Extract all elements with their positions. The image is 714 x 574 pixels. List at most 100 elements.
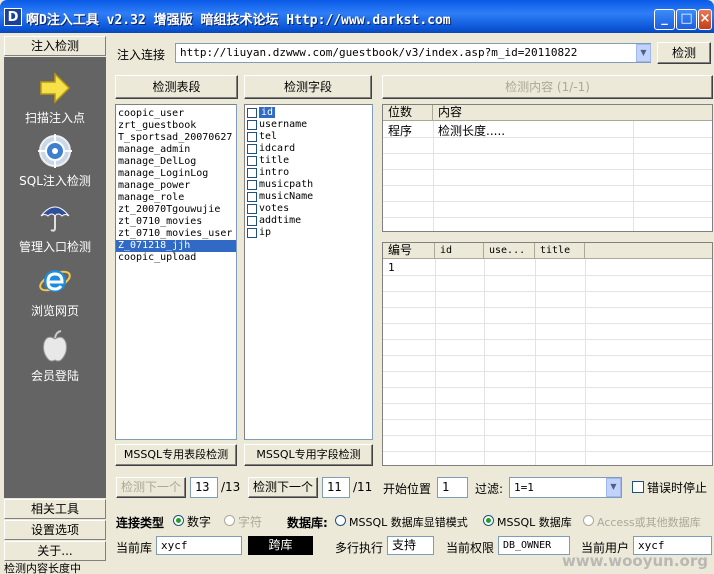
content-grid-bottom[interactable]: 编号 id use... title 1: [382, 242, 713, 466]
mssql-tables-button[interactable]: MSSQL专用表段检测: [115, 444, 237, 466]
db-access-radio[interactable]: [583, 515, 594, 526]
grid-line: [383, 217, 712, 218]
sidebar-item-admin-entry[interactable]: 管理入口检测: [4, 200, 106, 255]
sidebar-item-scan-injection[interactable]: 扫描注入点: [4, 71, 106, 126]
field-checkbox[interactable]: [247, 192, 257, 202]
grid-line: [383, 339, 712, 340]
sidebar-item-label: 扫描注入点: [24, 111, 85, 125]
grid-line: [383, 185, 712, 186]
field-list-item[interactable]: tel: [245, 131, 372, 143]
column-header[interactable]: title: [535, 243, 585, 259]
field-total-label: /11: [353, 480, 373, 494]
table-list-item[interactable]: zrt_guestbook: [116, 120, 236, 132]
detect-content-button[interactable]: 检测内容 (1/-1): [382, 75, 713, 99]
field-name: username: [259, 119, 308, 130]
settings-button[interactable]: 设置选项: [4, 520, 106, 540]
mssql-fields-button[interactable]: MSSQL专用字段检测: [244, 444, 373, 466]
about-button[interactable]: 关于...: [4, 541, 106, 561]
field-checkbox[interactable]: [247, 108, 257, 118]
field-list-item[interactable]: id: [245, 107, 372, 119]
detect-tables-button[interactable]: 检测表段: [115, 75, 238, 99]
start-position-field[interactable]: 1: [437, 477, 468, 498]
sidebar-item-member-login[interactable]: 会员登陆: [4, 329, 106, 384]
db-mssql-label: MSSQL 数据库: [497, 516, 572, 529]
field-checkbox[interactable]: [247, 228, 257, 238]
arrow-icon: [40, 72, 71, 104]
table-list-item[interactable]: Z_071218_jjh: [116, 240, 236, 252]
field-list-item[interactable]: intro: [245, 167, 372, 179]
window-title: 啊D注入工具 v2.32 增强版 暗组技术论坛 Http://www.darks…: [26, 13, 451, 28]
field-list-item[interactable]: votes: [245, 203, 372, 215]
tables-list[interactable]: coopic_user zrt_guestbook T_sportsad_20070…: [115, 104, 237, 440]
fields-list[interactable]: id username tel idcard title intro musicpath mu…: [244, 104, 373, 440]
field-list-item[interactable]: addtime: [245, 215, 372, 227]
field-checkbox[interactable]: [247, 168, 257, 178]
field-index-field[interactable]: 11: [322, 477, 350, 498]
related-tools-button[interactable]: 相关工具: [4, 499, 106, 519]
column-header[interactable]: use...: [484, 243, 535, 259]
column-header[interactable]: 编号: [383, 243, 435, 259]
field-list-item[interactable]: ip: [245, 227, 372, 239]
cross-db-button[interactable]: 跨库: [248, 536, 313, 555]
grid-cell: 1: [388, 261, 395, 274]
grid-line: [383, 169, 712, 170]
current-db-field[interactable]: xycf: [156, 536, 242, 555]
db-mssql-radio[interactable]: [483, 515, 494, 526]
field-list-item[interactable]: username: [245, 119, 372, 131]
column-header[interactable]: 位数: [383, 105, 433, 121]
sidebar-item-browse[interactable]: 浏览网页: [4, 264, 106, 319]
next-field-button[interactable]: 检测下一个: [248, 477, 318, 498]
table-list-item[interactable]: zt_0710_movies_user: [116, 228, 236, 240]
table-list-item[interactable]: zt_0710_movies: [116, 216, 236, 228]
grid-line: [383, 355, 712, 356]
table-list-item[interactable]: manage_LoginLog: [116, 168, 236, 180]
table-list-item[interactable]: manage_role: [116, 192, 236, 204]
minimize-button[interactable]: _: [654, 9, 675, 30]
field-checkbox[interactable]: [247, 204, 257, 214]
sidebar-item-label: 管理入口检测: [18, 240, 91, 254]
multi-exec-field[interactable]: 支持: [387, 536, 434, 555]
content-grid-top[interactable]: 位数 内容 程序 检测长度.....: [382, 104, 713, 232]
current-perm-field[interactable]: DB_OWNER: [498, 536, 570, 555]
table-list-item[interactable]: T_sportsad_20070627: [116, 132, 236, 144]
inject-url-input[interactable]: http://liuyan.dzwww.com/guestbook/v3/ind…: [175, 43, 651, 63]
field-name: idcard: [259, 143, 296, 154]
field-checkbox[interactable]: [247, 180, 257, 190]
field-list-item[interactable]: musicpath: [245, 179, 372, 191]
sidebar-tab-inject-detect[interactable]: 注入检测: [4, 36, 106, 56]
close-button[interactable]: ×: [698, 9, 712, 30]
maximize-button[interactable]: □: [676, 9, 697, 30]
next-table-button[interactable]: 检测下一个: [116, 477, 186, 498]
field-checkbox[interactable]: [247, 144, 257, 154]
conn-type-char-radio[interactable]: [224, 515, 235, 526]
sidebar-item-sql-detect[interactable]: SQL注入检测: [4, 134, 106, 189]
apple-icon: [43, 330, 67, 362]
field-list-item[interactable]: idcard: [245, 143, 372, 155]
grid-line: [383, 451, 712, 452]
column-header[interactable]: 内容: [433, 105, 712, 121]
ie-icon: [39, 270, 71, 292]
field-checkbox[interactable]: [247, 120, 257, 130]
detect-fields-button[interactable]: 检测字段: [244, 75, 372, 99]
field-checkbox[interactable]: [247, 132, 257, 142]
chevron-down-icon[interactable]: ▼: [606, 478, 621, 497]
table-list-item[interactable]: manage_admin: [116, 144, 236, 156]
field-list-item[interactable]: title: [245, 155, 372, 167]
table-list-item[interactable]: zt_20070Tgouwujie: [116, 204, 236, 216]
grid-line: [383, 153, 712, 154]
field-list-item[interactable]: musicName: [245, 191, 372, 203]
detect-button[interactable]: 检测: [657, 42, 711, 64]
chevron-down-icon[interactable]: ▼: [636, 44, 651, 62]
field-checkbox[interactable]: [247, 156, 257, 166]
table-list-item[interactable]: coopic_user: [116, 108, 236, 120]
table-index-field[interactable]: 13: [190, 477, 218, 498]
conn-type-number-radio[interactable]: [173, 515, 184, 526]
db-access-label: Access或其他数据库: [597, 516, 701, 529]
table-list-item[interactable]: manage_DelLog: [116, 156, 236, 168]
field-checkbox[interactable]: [247, 216, 257, 226]
stop-on-error-checkbox[interactable]: [632, 481, 644, 493]
table-list-item[interactable]: manage_power: [116, 180, 236, 192]
table-list-item[interactable]: coopic_upload: [116, 252, 236, 264]
column-header[interactable]: id: [435, 243, 484, 259]
db-mssql-error-radio[interactable]: [335, 515, 346, 526]
